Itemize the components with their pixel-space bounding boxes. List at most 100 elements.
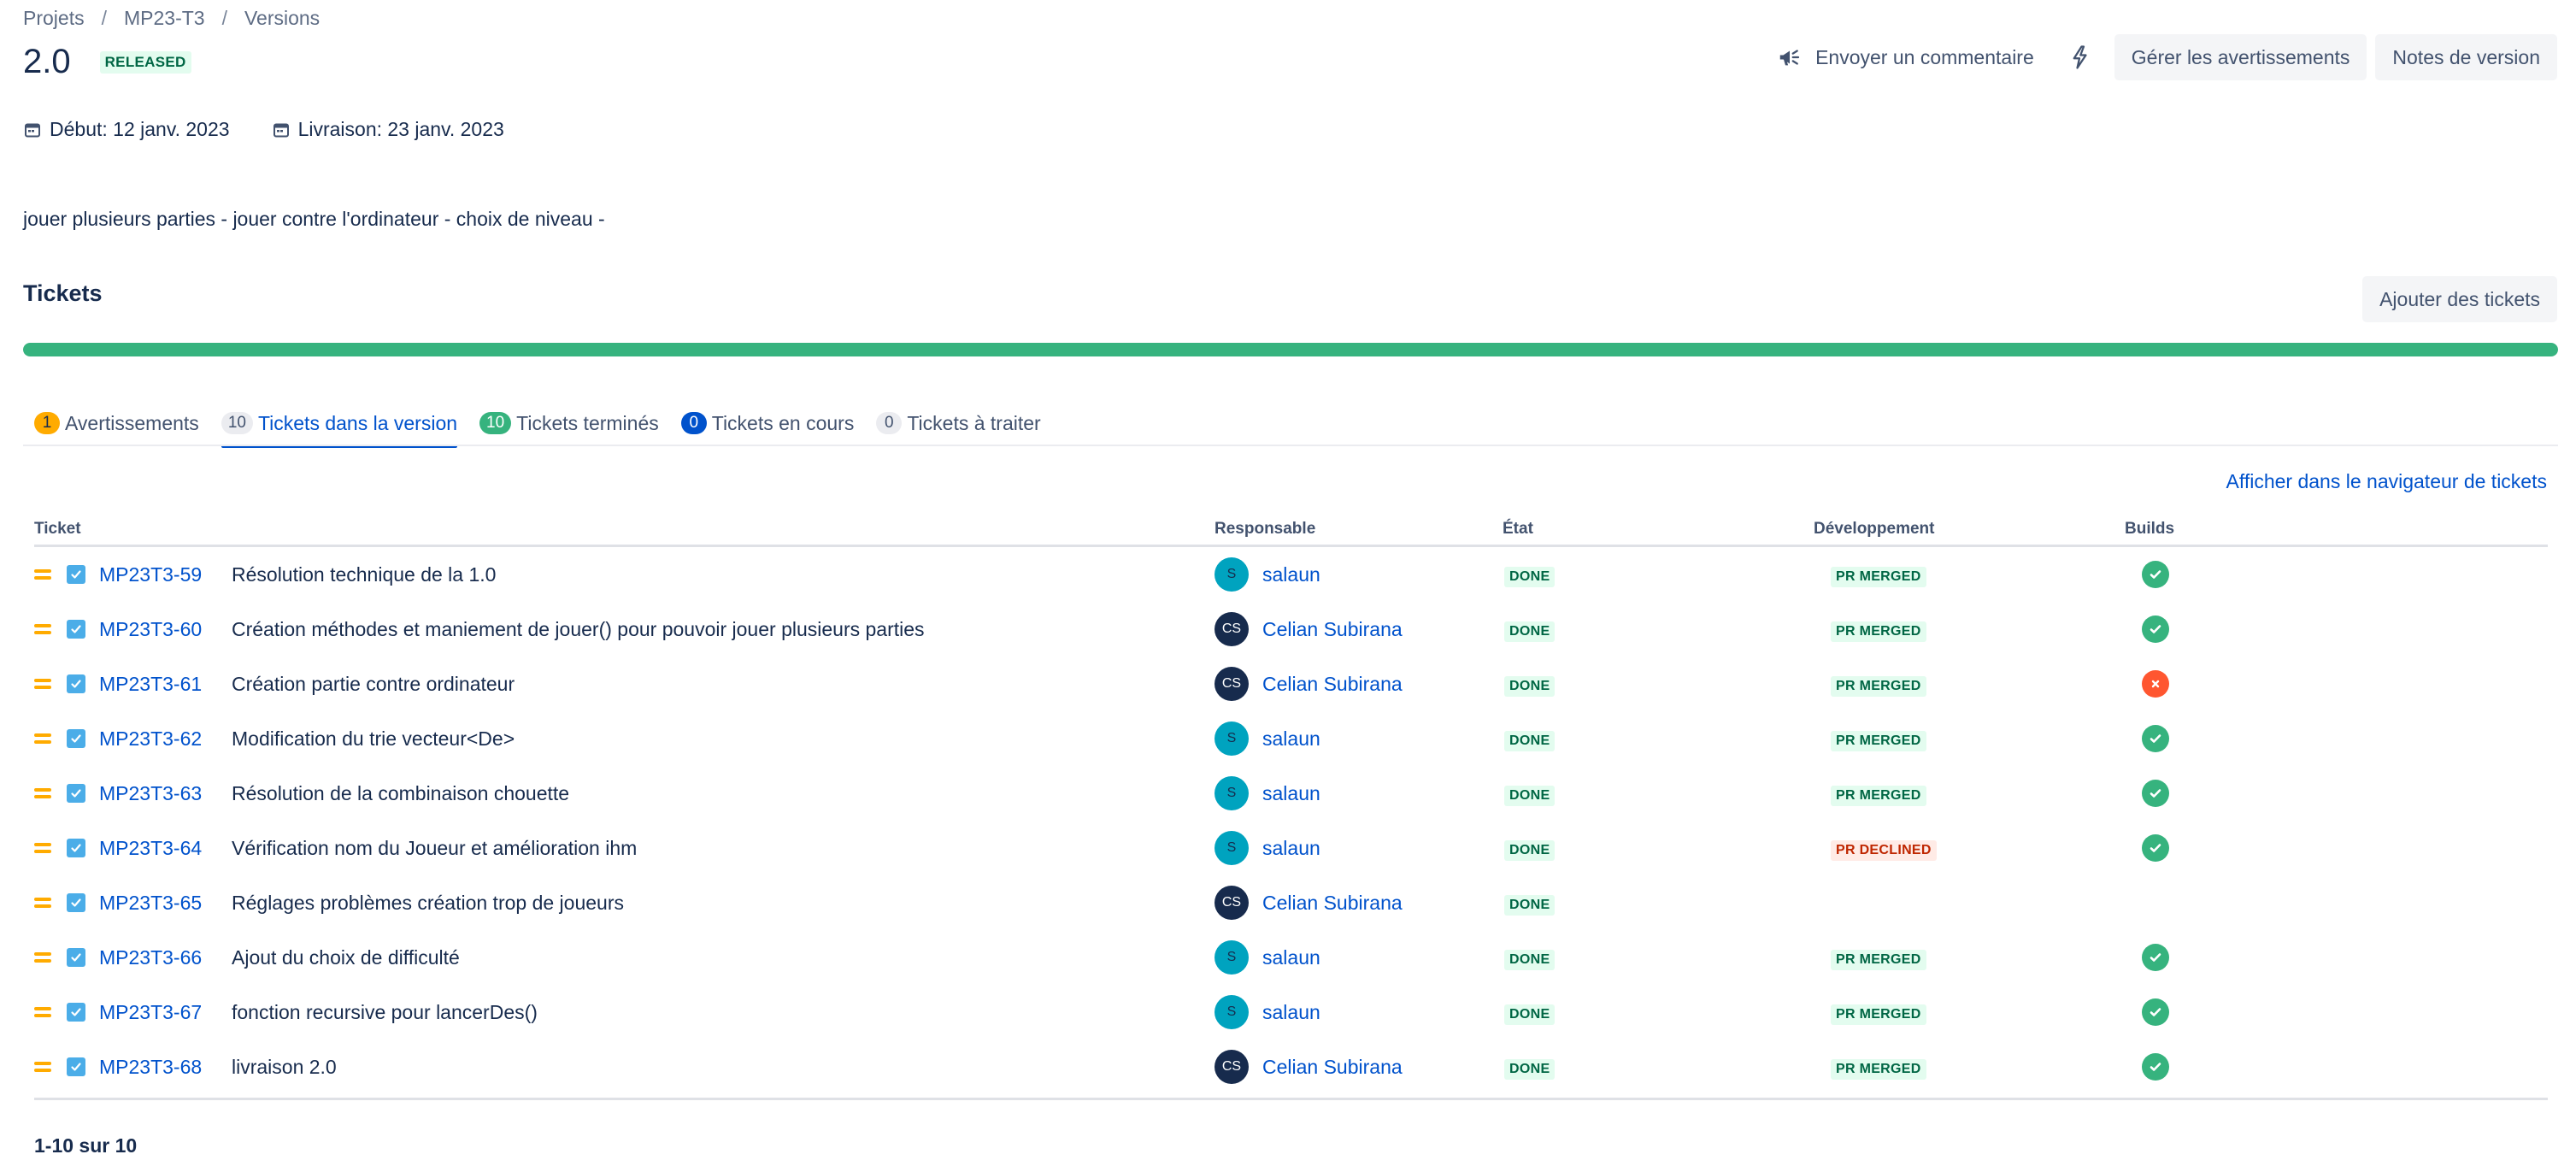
build-success-icon[interactable] bbox=[2142, 561, 2169, 588]
build-success-icon[interactable] bbox=[2142, 615, 2169, 643]
tab-count-badge: 0 bbox=[680, 412, 707, 434]
release-date: Livraison: 23 janv. 2023 bbox=[273, 118, 504, 141]
build-failed-icon[interactable] bbox=[2142, 670, 2169, 698]
assignee-link[interactable]: salaun bbox=[1262, 1001, 1320, 1024]
tab-tickets-en-cours[interactable]: 0 Tickets en cours bbox=[680, 403, 854, 448]
ticket-cell: MP23T3-60 Création méthodes et maniement… bbox=[34, 618, 1214, 641]
issue-navigator-link[interactable]: Afficher dans le navigateur de tickets bbox=[2226, 470, 2547, 493]
tab-avertissements[interactable]: 1 Avertissements bbox=[34, 403, 199, 448]
breadcrumb-projects[interactable]: Projets bbox=[23, 7, 85, 30]
development-status[interactable]: PR MERGED bbox=[1831, 621, 1926, 642]
ticket-cell: MP23T3-59 Résolution technique de la 1.0 bbox=[34, 563, 1214, 586]
avatar[interactable]: S bbox=[1214, 776, 1249, 810]
table-row[interactable]: MP23T3-59 Résolution technique de la 1.0… bbox=[34, 547, 2548, 602]
assignee-link[interactable]: salaun bbox=[1262, 782, 1320, 805]
ticket-cell: MP23T3-63 Résolution de la combinaison c… bbox=[34, 782, 1214, 805]
build-success-icon[interactable] bbox=[2142, 834, 2169, 862]
avatar[interactable]: S bbox=[1214, 721, 1249, 756]
breadcrumb-separator: / bbox=[101, 7, 107, 29]
state-badge: DONE bbox=[1504, 949, 1556, 970]
version-dates: Début: 12 janv. 2023 Livraison: 23 janv.… bbox=[24, 118, 547, 141]
tab-tickets-à-traiter[interactable]: 0 Tickets à traiter bbox=[876, 403, 1041, 448]
ticket-key-link[interactable]: MP23T3-62 bbox=[99, 727, 232, 751]
assignee-link[interactable]: Celian Subirana bbox=[1262, 618, 1403, 641]
ticket-key-link[interactable]: MP23T3-64 bbox=[99, 837, 232, 860]
table-row[interactable]: MP23T3-63 Résolution de la combinaison c… bbox=[34, 766, 2548, 821]
ticket-cell: MP23T3-62 Modification du trie vecteur<D… bbox=[34, 727, 1214, 751]
assignee-link[interactable]: salaun bbox=[1262, 946, 1320, 969]
release-notes-button[interactable]: Notes de version bbox=[2375, 34, 2557, 80]
feedback-button[interactable]: Envoyer un commentaire bbox=[1766, 36, 2044, 79]
tab-tickets-dans-la-version[interactable]: 10 Tickets dans la version bbox=[221, 403, 458, 448]
table-row[interactable]: MP23T3-65 Réglages problèmes création tr… bbox=[34, 875, 2548, 930]
avatar[interactable]: S bbox=[1214, 940, 1249, 975]
development-status[interactable]: PR MERGED bbox=[1831, 1004, 1926, 1025]
ticket-key-link[interactable]: MP23T3-63 bbox=[99, 782, 232, 805]
avatar[interactable]: S bbox=[1214, 557, 1249, 592]
page-title: 2.0 bbox=[23, 43, 71, 80]
tab-count-badge: 1 bbox=[34, 412, 60, 434]
ticket-key-link[interactable]: MP23T3-66 bbox=[99, 946, 232, 969]
task-checkbox-icon bbox=[67, 674, 85, 693]
development-status[interactable]: PR MERGED bbox=[1831, 949, 1926, 970]
avatar[interactable]: S bbox=[1214, 995, 1249, 1029]
tab-tickets-terminés[interactable]: 10 Tickets terminés bbox=[479, 403, 659, 448]
medium-priority-icon bbox=[34, 841, 51, 855]
assignee-link[interactable]: salaun bbox=[1262, 563, 1320, 586]
pagination: 1-10 sur 10 bbox=[34, 1134, 138, 1157]
development-status[interactable]: PR DECLINED bbox=[1831, 839, 1937, 861]
builds-cell bbox=[2125, 725, 2296, 752]
task-checkbox-icon bbox=[67, 1003, 85, 1022]
assignee-link[interactable]: salaun bbox=[1262, 837, 1320, 860]
manage-warnings-button[interactable]: Gérer les avertissements bbox=[2114, 34, 2367, 80]
medium-priority-icon bbox=[34, 786, 51, 800]
breadcrumb-versions[interactable]: Versions bbox=[244, 7, 320, 30]
build-success-icon[interactable] bbox=[2142, 998, 2169, 1026]
table-row[interactable]: MP23T3-62 Modification du trie vecteur<D… bbox=[34, 711, 2548, 766]
builds-cell bbox=[2125, 561, 2296, 588]
build-success-icon[interactable] bbox=[2142, 1053, 2169, 1081]
build-success-icon[interactable] bbox=[2142, 944, 2169, 971]
breadcrumb-project[interactable]: MP23-T3 bbox=[124, 7, 205, 30]
avatar[interactable]: CS bbox=[1214, 1050, 1249, 1084]
assignee-cell: CS Celian Subirana bbox=[1214, 1050, 1503, 1084]
assignee-link[interactable]: Celian Subirana bbox=[1262, 892, 1403, 915]
task-checkbox-icon bbox=[67, 784, 85, 803]
ticket-key-link[interactable]: MP23T3-60 bbox=[99, 618, 232, 641]
table-row[interactable]: MP23T3-61 Création partie contre ordinat… bbox=[34, 657, 2548, 711]
avatar[interactable]: CS bbox=[1214, 612, 1249, 646]
development-status[interactable]: PR MERGED bbox=[1831, 1058, 1926, 1080]
assignee-link[interactable]: Celian Subirana bbox=[1262, 673, 1403, 696]
table-row[interactable]: MP23T3-68 livraison 2.0 CS Celian Subira… bbox=[34, 1039, 2548, 1094]
calendar-icon bbox=[25, 123, 40, 137]
ticket-key-link[interactable]: MP23T3-61 bbox=[99, 673, 232, 696]
ticket-summary: fonction recursive pour lancerDes() bbox=[232, 1000, 538, 1023]
avatar[interactable]: CS bbox=[1214, 667, 1249, 701]
breadcrumb: Projets / MP23-T3 / Versions bbox=[23, 7, 320, 30]
assignee-link[interactable]: salaun bbox=[1262, 727, 1320, 751]
state-badge: DONE bbox=[1504, 785, 1556, 806]
table-row[interactable]: MP23T3-66 Ajout du choix de difficulté S… bbox=[34, 930, 2548, 985]
development-status[interactable]: PR MERGED bbox=[1831, 785, 1926, 806]
add-tickets-button[interactable]: Ajouter des tickets bbox=[2362, 276, 2557, 322]
build-success-icon[interactable] bbox=[2142, 725, 2169, 752]
development-status[interactable]: PR MERGED bbox=[1831, 566, 1926, 587]
avatar[interactable]: CS bbox=[1214, 886, 1249, 920]
assignee-link[interactable]: Celian Subirana bbox=[1262, 1056, 1403, 1079]
medium-priority-icon bbox=[34, 1060, 51, 1074]
ticket-key-link[interactable]: MP23T3-65 bbox=[99, 892, 232, 915]
development-status[interactable]: PR MERGED bbox=[1831, 730, 1926, 751]
table-row[interactable]: MP23T3-67 fonction recursive pour lancer… bbox=[34, 985, 2548, 1039]
medium-priority-icon bbox=[34, 622, 51, 636]
ticket-cell: MP23T3-64 Vérification nom du Joueur et … bbox=[34, 837, 1214, 860]
build-success-icon[interactable] bbox=[2142, 780, 2169, 807]
tickets-heading: Tickets bbox=[23, 280, 103, 306]
ticket-key-link[interactable]: MP23T3-59 bbox=[99, 563, 232, 586]
automation-button[interactable] bbox=[2060, 36, 2099, 79]
development-status[interactable]: PR MERGED bbox=[1831, 675, 1926, 697]
ticket-key-link[interactable]: MP23T3-67 bbox=[99, 1001, 232, 1024]
ticket-key-link[interactable]: MP23T3-68 bbox=[99, 1056, 232, 1079]
table-row[interactable]: MP23T3-64 Vérification nom du Joueur et … bbox=[34, 821, 2548, 875]
table-row[interactable]: MP23T3-60 Création méthodes et maniement… bbox=[34, 602, 2548, 657]
avatar[interactable]: S bbox=[1214, 831, 1249, 865]
